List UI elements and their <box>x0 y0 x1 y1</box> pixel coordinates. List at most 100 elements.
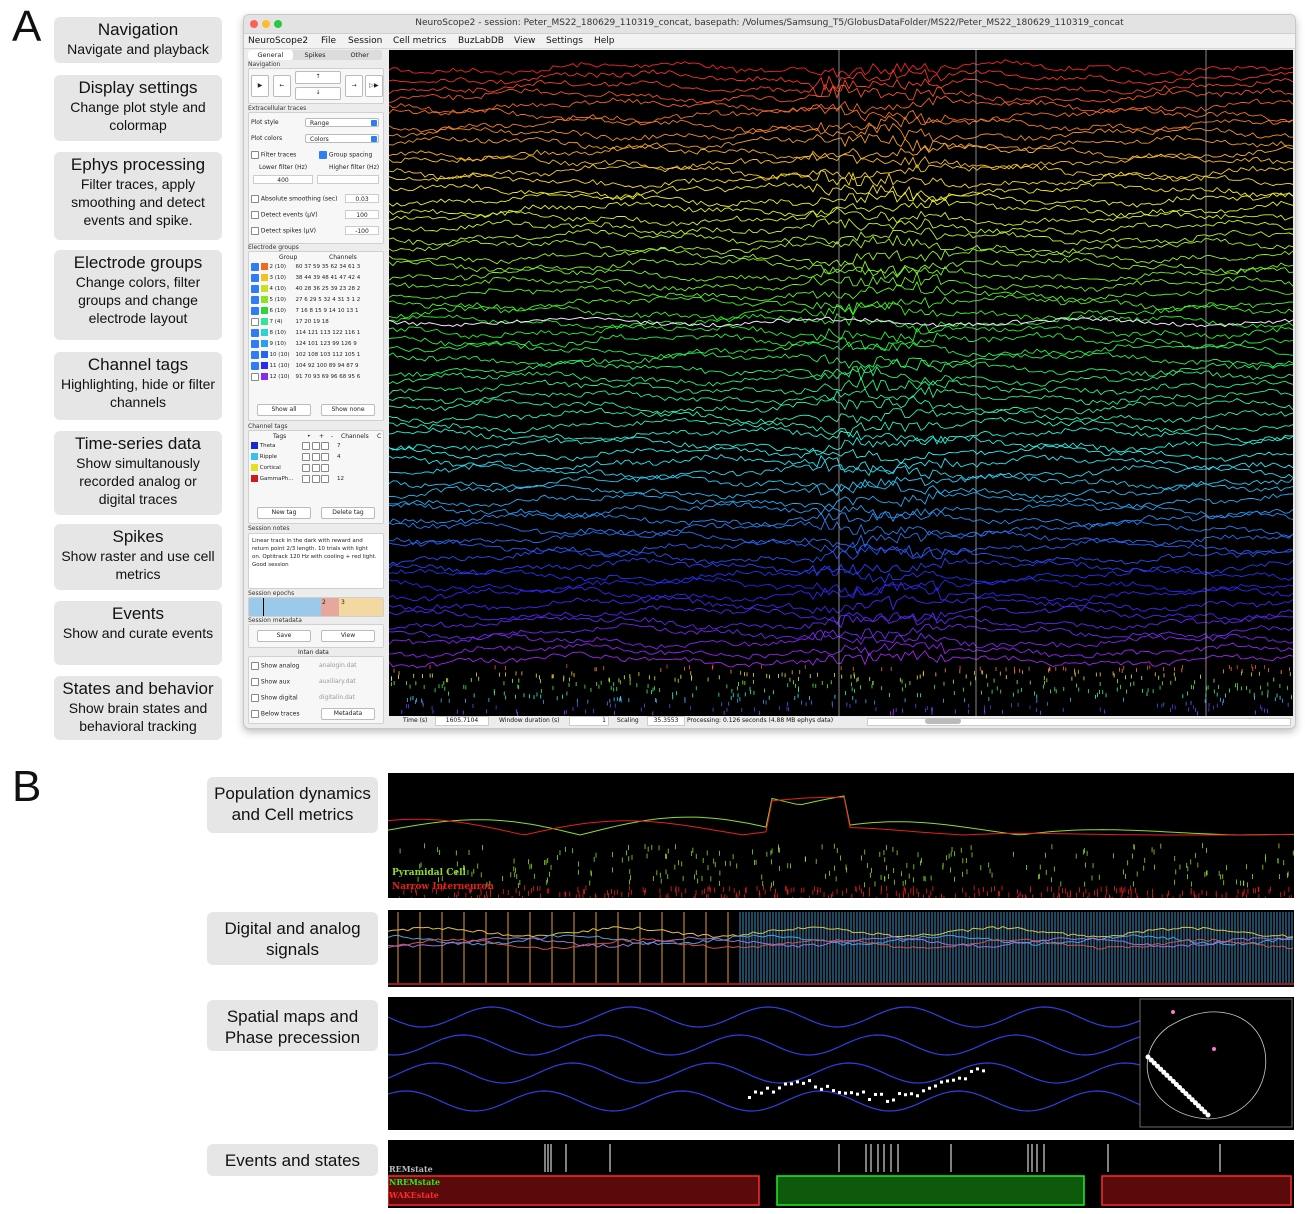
electrode-group-row[interactable]: 3 (10) 38 44 39 48 41 47 42 4 <box>251 273 383 284</box>
electrode-group-row[interactable]: 12 (10) 91 70 93 69 96 68 95 6 <box>251 372 383 383</box>
intan-metadata-button[interactable]: Metadata <box>321 708 375 720</box>
electrode-group-checkbox[interactable] <box>251 317 259 326</box>
save-metadata-button[interactable]: Save <box>257 630 311 642</box>
group-color-swatch[interactable] <box>260 318 268 325</box>
electrode-group-row[interactable]: 7 (4) 17 20 19 18 <box>251 317 383 328</box>
group-spacing-checkbox[interactable] <box>319 151 327 159</box>
tag-highlight-checkbox[interactable] <box>301 441 310 450</box>
show-aux-option[interactable]: Show aux <box>251 678 290 686</box>
electrode-group-checkbox[interactable] <box>251 350 259 359</box>
play-button[interactable]: ▶ <box>251 75 269 97</box>
filter-traces-checkbox[interactable] <box>251 151 259 159</box>
electrode-group-row[interactable]: 5 (10) 27 6 29 5 32 4 31 3 1 2 <box>251 295 383 306</box>
menu-help[interactable]: Help <box>594 36 615 46</box>
group-color-swatch[interactable] <box>260 307 268 314</box>
tag-remove-checkbox[interactable] <box>321 441 330 450</box>
electrode-group-checkbox[interactable] <box>251 372 259 381</box>
detect-spikes-checkbox[interactable] <box>251 227 259 235</box>
electrode-group-checkbox[interactable] <box>251 262 259 271</box>
electrode-group-checkbox[interactable] <box>251 306 259 315</box>
group-color-swatch[interactable] <box>260 274 268 281</box>
back-button[interactable]: ← <box>273 75 291 97</box>
tag-color-swatch[interactable] <box>251 464 258 471</box>
scaling-input[interactable]: 35.3553 <box>647 716 685 726</box>
below-traces-checkbox[interactable] <box>251 710 259 718</box>
group-color-swatch[interactable] <box>260 362 268 369</box>
abs-smoothing-option[interactable]: Absolute smoothing (sec) <box>251 195 338 203</box>
abs-smoothing-checkbox[interactable] <box>251 195 259 203</box>
ephys-trace-plot[interactable] <box>389 50 1293 716</box>
group-color-swatch[interactable] <box>260 351 268 358</box>
time-scrollbar-thumb[interactable] <box>925 718 961 724</box>
group-color-swatch[interactable] <box>260 373 268 380</box>
group-color-swatch[interactable] <box>260 340 268 347</box>
plot-style-select[interactable]: Range <box>305 118 379 127</box>
electrode-group-row[interactable]: 11 (10) 104 92 100 89 94 87 9 <box>251 361 383 372</box>
down-button[interactable]: ↓ <box>295 87 341 100</box>
group-spacing-option[interactable]: Group spacing <box>319 151 372 159</box>
menu-buzlabdb[interactable]: BuzLabDB <box>458 36 504 46</box>
tag-add-checkbox[interactable] <box>311 463 320 472</box>
tag-highlight-checkbox[interactable] <box>301 452 310 461</box>
show-aux-checkbox[interactable] <box>251 678 259 686</box>
show-digital-option[interactable]: Show digital <box>251 694 298 702</box>
digital-file-field[interactable]: digitalin.dat <box>319 694 355 701</box>
detect-spikes-option[interactable]: Detect spikes (μV) <box>251 227 316 235</box>
show-analog-option[interactable]: Show analog <box>251 662 299 670</box>
channel-tag-row[interactable]: GammaPh... 12 <box>251 474 383 485</box>
electrode-group-checkbox[interactable] <box>251 273 259 282</box>
show-none-button[interactable]: Show none <box>321 404 375 416</box>
tag-color-swatch[interactable] <box>251 442 258 449</box>
view-metadata-button[interactable]: View <box>321 630 375 642</box>
plot-colors-select[interactable]: Colors <box>305 134 379 143</box>
electrode-group-checkbox[interactable] <box>251 295 259 304</box>
electrode-group-checkbox[interactable] <box>251 361 259 370</box>
electrode-group-row[interactable]: 2 (10) 60 37 59 35 62 34 61 3 <box>251 262 383 273</box>
window-duration-input[interactable]: 1 <box>569 716 609 726</box>
electrode-group-row[interactable]: 9 (10) 124 101 123 99 126 9 <box>251 339 383 350</box>
electrode-group-checkbox[interactable] <box>251 284 259 293</box>
group-color-swatch[interactable] <box>260 296 268 303</box>
below-traces-option[interactable]: Below traces <box>251 710 300 718</box>
epoch-1-bar[interactable] <box>249 598 321 616</box>
electrode-group-checkbox[interactable] <box>251 339 259 348</box>
time-input[interactable]: 1605.7104 <box>435 716 489 726</box>
show-analog-checkbox[interactable] <box>251 662 259 670</box>
aux-file-field[interactable]: auxiliary.dat <box>319 678 356 685</box>
tag-color-swatch[interactable] <box>251 453 258 460</box>
tab-other[interactable]: Other <box>337 50 382 60</box>
tag-add-checkbox[interactable] <box>311 441 320 450</box>
abs-smoothing-input[interactable]: 0.03 <box>345 194 379 203</box>
session-epochs-bar[interactable]: 2 3 <box>248 597 384 617</box>
group-color-swatch[interactable] <box>260 285 268 292</box>
menu-cell-metrics[interactable]: Cell metrics <box>393 36 446 46</box>
tag-highlight-checkbox[interactable] <box>301 463 310 472</box>
detect-events-option[interactable]: Detect events (μV) <box>251 211 318 219</box>
analog-file-field[interactable]: analogin.dat <box>319 662 357 669</box>
menu-neuroscope2[interactable]: NeuroScope2 <box>248 36 308 46</box>
higher-filter-input[interactable] <box>317 175 379 184</box>
session-notes-box[interactable]: Linear track in the dark with reward and… <box>248 533 384 589</box>
detect-events-checkbox[interactable] <box>251 211 259 219</box>
channel-tag-row[interactable]: Cortical <box>251 463 383 474</box>
electrode-group-row[interactable]: 6 (10) 7 16 8 15 9 14 10 13 1 <box>251 306 383 317</box>
menu-settings[interactable]: Settings <box>546 36 583 46</box>
tab-spikes[interactable]: Spikes <box>293 50 338 60</box>
show-all-button[interactable]: Show all <box>257 404 311 416</box>
detect-spikes-input[interactable]: -100 <box>345 226 379 235</box>
tag-highlight-checkbox[interactable] <box>301 474 310 483</box>
menu-file[interactable]: File <box>321 36 336 46</box>
tag-add-checkbox[interactable] <box>311 452 320 461</box>
menu-view[interactable]: View <box>514 36 535 46</box>
group-color-swatch[interactable] <box>260 329 268 336</box>
tag-color-swatch[interactable] <box>251 475 258 482</box>
detect-events-input[interactable]: 100 <box>345 210 379 219</box>
filter-traces-option[interactable]: Filter traces <box>251 151 296 159</box>
channel-tag-row[interactable]: Theta 7 <box>251 441 383 452</box>
group-color-swatch[interactable] <box>260 263 268 270</box>
fast-forward-button[interactable]: ▷▶ <box>365 75 383 97</box>
show-digital-checkbox[interactable] <box>251 694 259 702</box>
electrode-group-checkbox[interactable] <box>251 328 259 337</box>
tag-remove-checkbox[interactable] <box>321 463 330 472</box>
channel-tag-row[interactable]: Ripple 4 <box>251 452 383 463</box>
